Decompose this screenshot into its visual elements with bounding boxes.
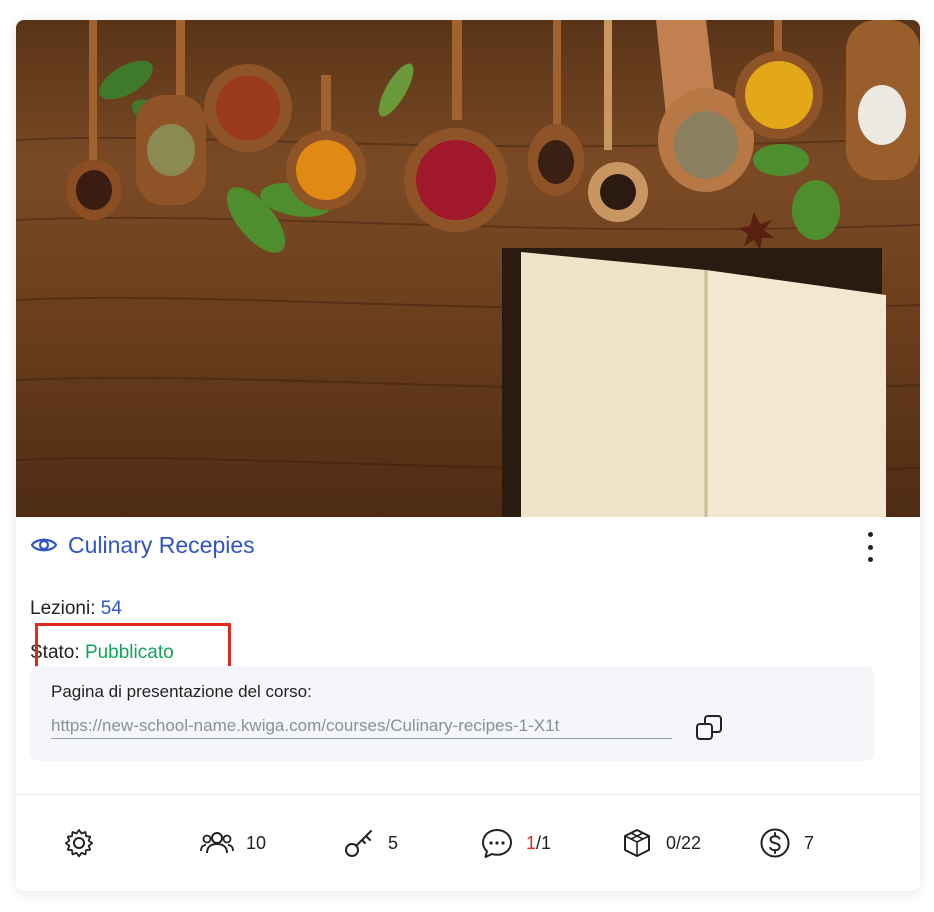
modules-count: 0/22 [666, 832, 702, 853]
key-icon [345, 830, 372, 857]
dollar-icon [760, 828, 790, 858]
course-stats-bar: 10 5 1/1 0/22 7 [16, 820, 920, 866]
comment-icon [482, 829, 512, 858]
spices-illustration [16, 20, 920, 517]
copy-icon[interactable] [694, 713, 724, 743]
presentation-label: Pagina di presentazione del corso: [51, 682, 312, 701]
price-value: 7 [804, 832, 815, 853]
eye-icon [30, 538, 58, 552]
price-stat[interactable]: 7 [758, 820, 814, 866]
course-cover-image[interactable] [16, 20, 920, 517]
footer-divider [16, 794, 920, 795]
course-title[interactable]: Culinary Recepies [68, 530, 255, 560]
comments-unread: 1 [526, 832, 537, 853]
modules-stat[interactable]: 0/22 [620, 820, 701, 866]
settings-icon [64, 829, 94, 858]
comments-stat[interactable]: 1/1 [480, 820, 551, 866]
comments-count: 1/1 [526, 833, 551, 854]
presentation-page-panel: Pagina di presentazione del corso: https… [30, 666, 874, 761]
lessons-value: 54 [100, 598, 122, 619]
settings-button[interactable] [62, 820, 96, 866]
more-vertical-icon[interactable] [860, 532, 880, 562]
lessons-count: Lezioni: 54 [30, 597, 122, 621]
presentation-url-link[interactable]: https://new-school-name.kwiga.com/course… [51, 716, 672, 739]
lessons-label: Lezioni: [30, 598, 96, 619]
users-icon [200, 832, 234, 854]
students-stat[interactable]: 10 [200, 820, 266, 866]
course-title-row[interactable]: Culinary Recepies [30, 530, 255, 560]
cube-icon [624, 829, 650, 857]
keys-stat[interactable]: 5 [342, 820, 398, 866]
comments-total: /1 [536, 832, 552, 853]
keys-count: 5 [388, 832, 399, 853]
students-count: 10 [246, 832, 267, 853]
